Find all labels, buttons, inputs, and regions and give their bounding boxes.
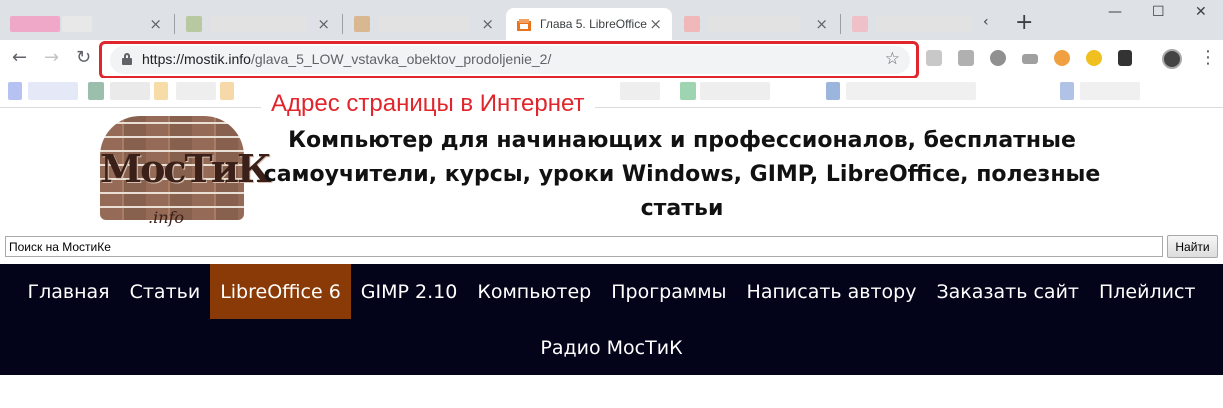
extension-icon[interactable] [1054,50,1070,66]
bookmark-item[interactable] [88,82,104,100]
main-navigation: Главная Статьи LibreOffice 6 GIMP 2.10 Компь… [0,264,1223,375]
nav-item[interactable]: Главная [18,264,120,319]
forward-button[interactable]: → [44,48,59,68]
nav-item[interactable]: GIMP 2.10 [351,264,468,319]
tab-separator [342,14,343,34]
tab-strip: × × × Глава 5. LibreOffice × × ‹ + — ☐ ✕ [0,0,1223,40]
close-icon[interactable]: × [149,15,162,33]
extension-icon[interactable] [990,50,1006,66]
tab-separator [840,14,841,34]
nav-item[interactable]: Компьютер [467,264,601,319]
window-close-button[interactable]: ✕ [1195,4,1207,20]
browser-tab[interactable]: × [176,8,340,40]
active-tab[interactable]: Глава 5. LibreOffice × [506,8,672,40]
minimize-button[interactable]: — [1108,4,1122,20]
blurred-tab-title [62,16,92,32]
bookmark-item[interactable] [110,82,150,100]
nav-item[interactable]: LibreOffice 6 [210,264,351,319]
nav-item[interactable]: Статьи [120,264,211,319]
bookmark-item[interactable] [154,82,168,100]
extension-icon[interactable] [1022,54,1038,64]
page-title: Компьютер для начинающих и профессионало… [263,128,1101,221]
annotation-label: Адрес страницы в Интернет [261,88,595,120]
nav-item[interactable]: Заказать сайт [926,264,1089,319]
bookmark-item[interactable] [8,82,22,100]
url-highlight-frame [99,41,919,79]
maximize-button[interactable]: ☐ [1152,4,1165,20]
bookmark-item[interactable] [1080,82,1140,100]
browser-tab[interactable]: × [674,8,838,40]
close-icon[interactable]: × [317,15,330,33]
tab-separator [174,14,175,34]
nav-item[interactable]: Написать автору [737,264,927,319]
nav-row: Радио МосТиК [0,321,1223,375]
active-tab-title: Глава 5. LibreOffice [540,17,647,31]
close-icon[interactable]: × [815,15,828,33]
blurred-favicon [852,16,868,32]
nav-item[interactable]: Радио МосТиК [530,321,692,375]
avatar[interactable] [1162,49,1182,69]
new-tab-button[interactable]: + [1015,10,1033,36]
blurred-tab-title [378,16,470,32]
nav-row: Главная Статьи LibreOffice 6 GIMP 2.10 Компь… [0,264,1223,319]
bookmarks-bar [0,78,1223,108]
libreoffice-favicon-icon [516,17,532,31]
blurred-tab-title [876,16,972,32]
logo-text: МосТиК [100,146,272,191]
browser-tab[interactable]: × [344,8,504,40]
search-input[interactable] [5,236,1163,257]
extension-icon[interactable] [926,50,942,66]
blurred-tab-title [10,16,60,32]
back-button[interactable]: ← [12,48,27,68]
bookmark-item[interactable] [700,82,770,100]
search-button[interactable]: Найти [1167,235,1218,258]
bookmark-item[interactable] [1060,82,1074,100]
bookmark-item[interactable] [620,82,660,100]
nav-item[interactable]: Плейлист [1089,264,1205,319]
browser-tab[interactable]: × [0,8,172,40]
bookmark-item[interactable] [846,82,976,100]
reload-button[interactable]: ↻ [76,48,91,68]
blurred-favicon [354,16,370,32]
nav-item[interactable]: Программы [601,264,736,319]
bookmark-item[interactable] [680,82,696,100]
close-icon[interactable]: × [649,15,662,33]
blurred-tab-title [708,16,800,32]
blurred-favicon [684,16,700,32]
blurred-tab-title [210,16,306,32]
extension-icon[interactable] [1086,50,1102,66]
bookmark-item[interactable] [220,82,234,100]
menu-icon[interactable]: ⋮ [1199,48,1217,68]
browser-tab[interactable] [842,8,982,40]
close-icon[interactable]: × [481,15,494,33]
tab-search-icon[interactable]: ‹ [983,14,989,30]
bookmark-item[interactable] [176,82,216,100]
bookmark-item[interactable] [826,82,840,100]
blurred-favicon [186,16,202,32]
logo-subtext: .info [148,208,185,227]
site-logo[interactable]: МосТиК .info [100,116,272,228]
bookmark-item[interactable] [28,82,78,100]
extension-icon[interactable] [958,50,974,66]
music-note-icon[interactable] [1118,50,1132,66]
